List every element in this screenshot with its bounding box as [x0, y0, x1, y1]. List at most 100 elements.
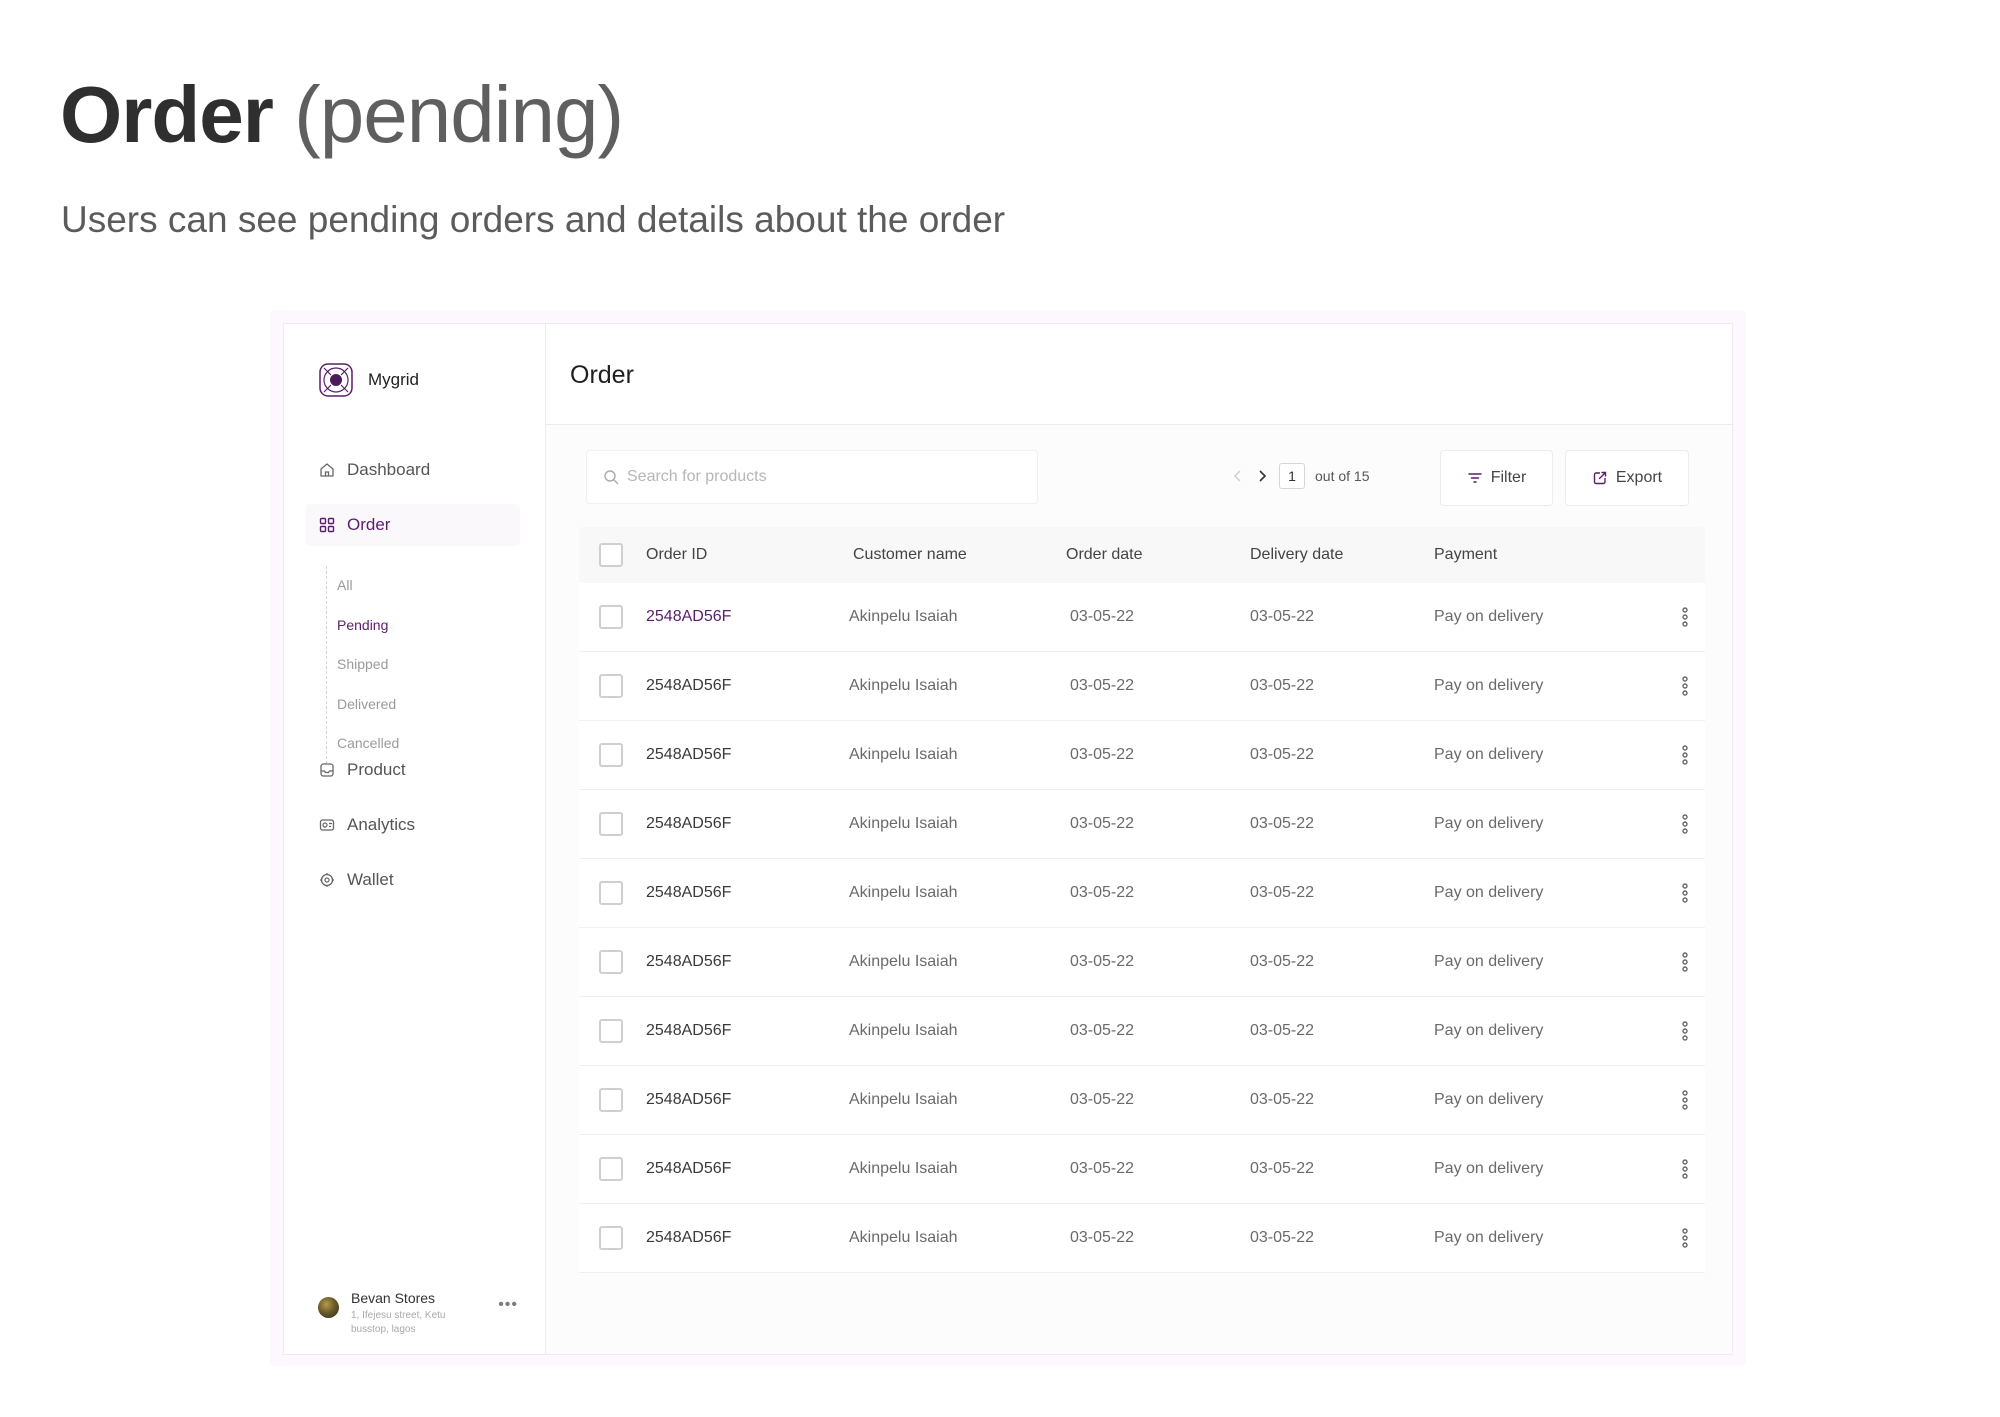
row-checkbox[interactable] [599, 881, 623, 905]
payment-method: Pay on delivery [1434, 1160, 1544, 1177]
row-checkbox[interactable] [599, 1088, 623, 1112]
order-id: 2548AD56F [646, 746, 732, 763]
column-header-order-id: Order ID [646, 546, 708, 563]
column-header-order-date: Order date [1066, 546, 1143, 563]
order-date: 03-05-22 [1070, 815, 1135, 832]
more-vertical-icon[interactable] [1677, 950, 1693, 974]
table-row[interactable]: 2548AD56F Akinpelu Isaiah 03-05-22 03-05-22… [579, 583, 1705, 652]
customer-name: Akinpelu Isaiah [849, 1160, 958, 1177]
row-checkbox[interactable] [599, 743, 623, 767]
payment-method: Pay on delivery [1434, 746, 1544, 763]
sidebar-item-label: Order [347, 515, 391, 534]
table-row[interactable]: 2548AD56F Akinpelu Isaiah 03-05-22 03-05-22… [579, 790, 1705, 859]
order-id[interactable]: 2548AD56F [646, 608, 849, 626]
mygrid-logo-icon [319, 363, 353, 397]
payment-method: Pay on delivery [1434, 1022, 1544, 1039]
order-id: 2548AD56F [646, 1091, 732, 1108]
page-description: Users can see pending orders and details… [61, 199, 1006, 240]
brand-logo[interactable]: Mygrid [318, 362, 419, 398]
chevron-left-icon[interactable] [1231, 469, 1245, 483]
chevron-right-icon[interactable] [1255, 469, 1269, 483]
page-total: out of 15 [1315, 468, 1370, 484]
row-checkbox[interactable] [599, 1019, 623, 1043]
row-checkbox[interactable] [599, 1226, 623, 1250]
order-id: 2548AD56F [646, 884, 732, 901]
table-row[interactable]: 2548AD56F Akinpelu Isaiah 03-05-22 03-05-22… [579, 997, 1705, 1066]
order-subnav: All Pending Shipped Delivered Cancelled [326, 566, 399, 764]
page-heading: Order (pending) [60, 70, 624, 160]
wallet-icon [320, 873, 334, 887]
search-box[interactable] [586, 450, 1038, 504]
table-row[interactable]: 2548AD56F Akinpelu Isaiah 03-05-22 03-05-22… [579, 652, 1705, 721]
payment-method: Pay on delivery [1434, 1229, 1544, 1246]
order-date: 03-05-22 [1070, 608, 1135, 625]
more-vertical-icon[interactable] [1677, 881, 1693, 905]
more-vertical-icon[interactable] [1677, 1019, 1693, 1043]
more-vertical-icon[interactable] [1677, 605, 1693, 629]
row-checkbox[interactable] [599, 812, 623, 836]
avatar [318, 1297, 339, 1318]
sidebar-item-dashboard[interactable]: Dashboard [306, 449, 520, 491]
sidebar-item-analytics[interactable]: Analytics [306, 804, 520, 846]
search-icon [604, 470, 619, 485]
customer-name: Akinpelu Isaiah [849, 746, 958, 763]
order-date: 03-05-22 [1070, 1022, 1135, 1039]
current-page[interactable]: 1 [1279, 463, 1305, 489]
table-body: 2548AD56F Akinpelu Isaiah 03-05-22 03-05-22… [579, 583, 1705, 1273]
analytics-icon [319, 819, 335, 831]
table-header: Order ID Customer name Order date Delive… [579, 527, 1705, 583]
payment-method: Pay on delivery [1434, 815, 1544, 832]
more-vertical-icon[interactable] [1677, 674, 1693, 698]
sidebar-item-label: Dashboard [347, 460, 431, 479]
order-date: 03-05-22 [1070, 1091, 1135, 1108]
delivery-date: 03-05-22 [1250, 1022, 1315, 1039]
page-heading-main: Order [60, 70, 274, 159]
sidebar-item-label: Analytics [347, 815, 416, 834]
customer-name: Akinpelu Isaiah [849, 815, 958, 832]
table-row[interactable]: 2548AD56F Akinpelu Isaiah 03-05-22 03-05-22… [579, 859, 1705, 928]
export-label: Export [1615, 469, 1663, 486]
more-horizontal-icon[interactable]: ••• [498, 1296, 518, 1314]
sidebar-item-product[interactable]: Product [306, 749, 520, 791]
more-vertical-icon[interactable] [1677, 1088, 1693, 1112]
table-row[interactable]: 2548AD56F Akinpelu Isaiah 03-05-22 03-05-22… [579, 928, 1705, 997]
subnav-pending[interactable]: Pending [337, 606, 399, 646]
row-checkbox[interactable] [599, 674, 623, 698]
search-input[interactable] [627, 468, 1007, 486]
more-vertical-icon[interactable] [1677, 1157, 1693, 1181]
order-id: 2548AD56F [646, 815, 732, 832]
subnav-shipped[interactable]: Shipped [337, 645, 399, 685]
table-row[interactable]: 2548AD56F Akinpelu Isaiah 03-05-22 03-05-22… [579, 1204, 1705, 1273]
select-all-checkbox[interactable] [599, 543, 623, 567]
row-checkbox[interactable] [599, 605, 623, 629]
payment-method: Pay on delivery [1434, 608, 1544, 625]
export-button[interactable]: Export [1565, 450, 1689, 506]
more-vertical-icon[interactable] [1677, 812, 1693, 836]
subnav-all[interactable]: All [337, 566, 399, 606]
row-checkbox[interactable] [599, 950, 623, 974]
filter-button[interactable]: Filter [1440, 450, 1553, 506]
more-vertical-icon[interactable] [1677, 743, 1693, 767]
table-row[interactable]: 2548AD56F Akinpelu Isaiah 03-05-22 03-05-22… [579, 1135, 1705, 1204]
column-header-delivery-date: Delivery date [1250, 546, 1344, 563]
sidebar-item-order[interactable]: Order [306, 504, 520, 546]
home-icon [320, 463, 334, 477]
more-vertical-icon[interactable] [1677, 1226, 1693, 1250]
table-row[interactable]: 2548AD56F Akinpelu Isaiah 03-05-22 03-05-22… [579, 721, 1705, 790]
store-profile[interactable]: Bevan Stores 1, Ifejesu street, Ketu bus… [318, 1290, 518, 1337]
delivery-date: 03-05-22 [1250, 608, 1315, 625]
row-checkbox[interactable] [599, 1157, 623, 1181]
delivery-date: 03-05-22 [1250, 815, 1315, 832]
subnav-delivered[interactable]: Delivered [337, 685, 399, 725]
order-date: 03-05-22 [1070, 746, 1135, 763]
filter-label: Filter [1490, 469, 1527, 486]
pagination: 1 out of 15 [1231, 463, 1370, 489]
inbox-icon [320, 763, 334, 777]
delivery-date: 03-05-22 [1250, 1229, 1315, 1246]
order-date: 03-05-22 [1070, 1229, 1135, 1246]
payment-method: Pay on delivery [1434, 1091, 1544, 1108]
table-row[interactable]: 2548AD56F Akinpelu Isaiah 03-05-22 03-05-22… [579, 1066, 1705, 1135]
main-title: Order [570, 361, 634, 389]
sidebar-item-wallet[interactable]: Wallet [306, 859, 520, 901]
external-link-icon [1593, 471, 1607, 485]
